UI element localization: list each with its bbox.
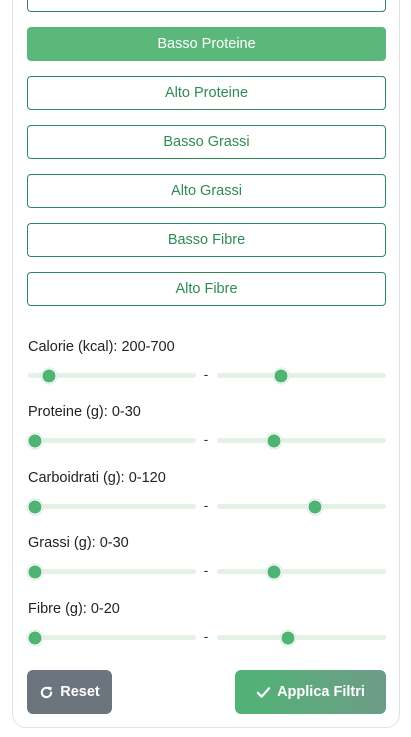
filter-chip-alto-fibre[interactable]: Alto Fibre <box>27 272 386 306</box>
filter-chip-alto-grassi[interactable]: Alto Grassi <box>27 174 386 208</box>
carboidrati-min-slider[interactable] <box>27 499 196 514</box>
range-separator: - <box>203 628 209 644</box>
grassi-max-slider[interactable] <box>217 564 386 579</box>
carboidrati-max-slider[interactable] <box>217 499 386 514</box>
fibre-max-thumb[interactable] <box>280 630 296 645</box>
reset-button[interactable]: Reset <box>27 670 112 714</box>
filter-chip-partial[interactable] <box>27 0 386 12</box>
range-separator: - <box>203 562 209 578</box>
grassi-max-thumb[interactable] <box>266 564 282 579</box>
calorie-max-slider[interactable] <box>217 368 386 383</box>
proteine-min-thumb[interactable] <box>27 433 43 448</box>
carboidrati-range-label: Carboidrati (g): 0-120 <box>28 470 166 486</box>
apply-filters-label: Applica Filtri <box>277 684 365 700</box>
reset-icon <box>41 686 53 698</box>
proteine-max-thumb[interactable] <box>266 433 282 448</box>
filter-chip-alto-proteine[interactable]: Alto Proteine <box>27 76 386 110</box>
calorie-min-slider[interactable] <box>28 368 196 383</box>
filter-chip-basso-fibre[interactable]: Basso Fibre <box>27 223 386 257</box>
apply-filters-button[interactable]: Applica Filtri <box>235 670 386 714</box>
range-separator: - <box>203 431 209 447</box>
check-icon <box>256 686 271 698</box>
proteine-range-label: Proteine (g): 0-30 <box>28 404 141 420</box>
filter-chip-basso-grassi[interactable]: Basso Grassi <box>27 125 386 159</box>
grassi-min-thumb[interactable] <box>27 564 43 579</box>
grassi-min-slider[interactable] <box>27 564 196 579</box>
calorie-min-thumb[interactable] <box>41 368 57 383</box>
filter-chip-basso-proteine[interactable]: Basso Proteine <box>27 27 386 61</box>
grassi-range-label: Grassi (g): 0-30 <box>28 535 129 551</box>
fibre-min-thumb[interactable] <box>27 630 43 645</box>
range-separator: - <box>203 497 209 513</box>
calorie-range-label: Calorie (kcal): 200-700 <box>28 339 175 355</box>
calorie-max-thumb[interactable] <box>273 368 289 383</box>
fibre-min-slider[interactable] <box>27 630 196 645</box>
reset-button-label: Reset <box>60 684 100 700</box>
range-separator: - <box>203 366 209 382</box>
fibre-range-label: Fibre (g): 0-20 <box>28 601 120 617</box>
fibre-max-slider[interactable] <box>217 630 386 645</box>
carboidrati-max-thumb[interactable] <box>307 499 323 514</box>
proteine-max-slider[interactable] <box>217 433 386 448</box>
carboidrati-min-thumb[interactable] <box>27 499 43 514</box>
proteine-min-slider[interactable] <box>27 433 196 448</box>
